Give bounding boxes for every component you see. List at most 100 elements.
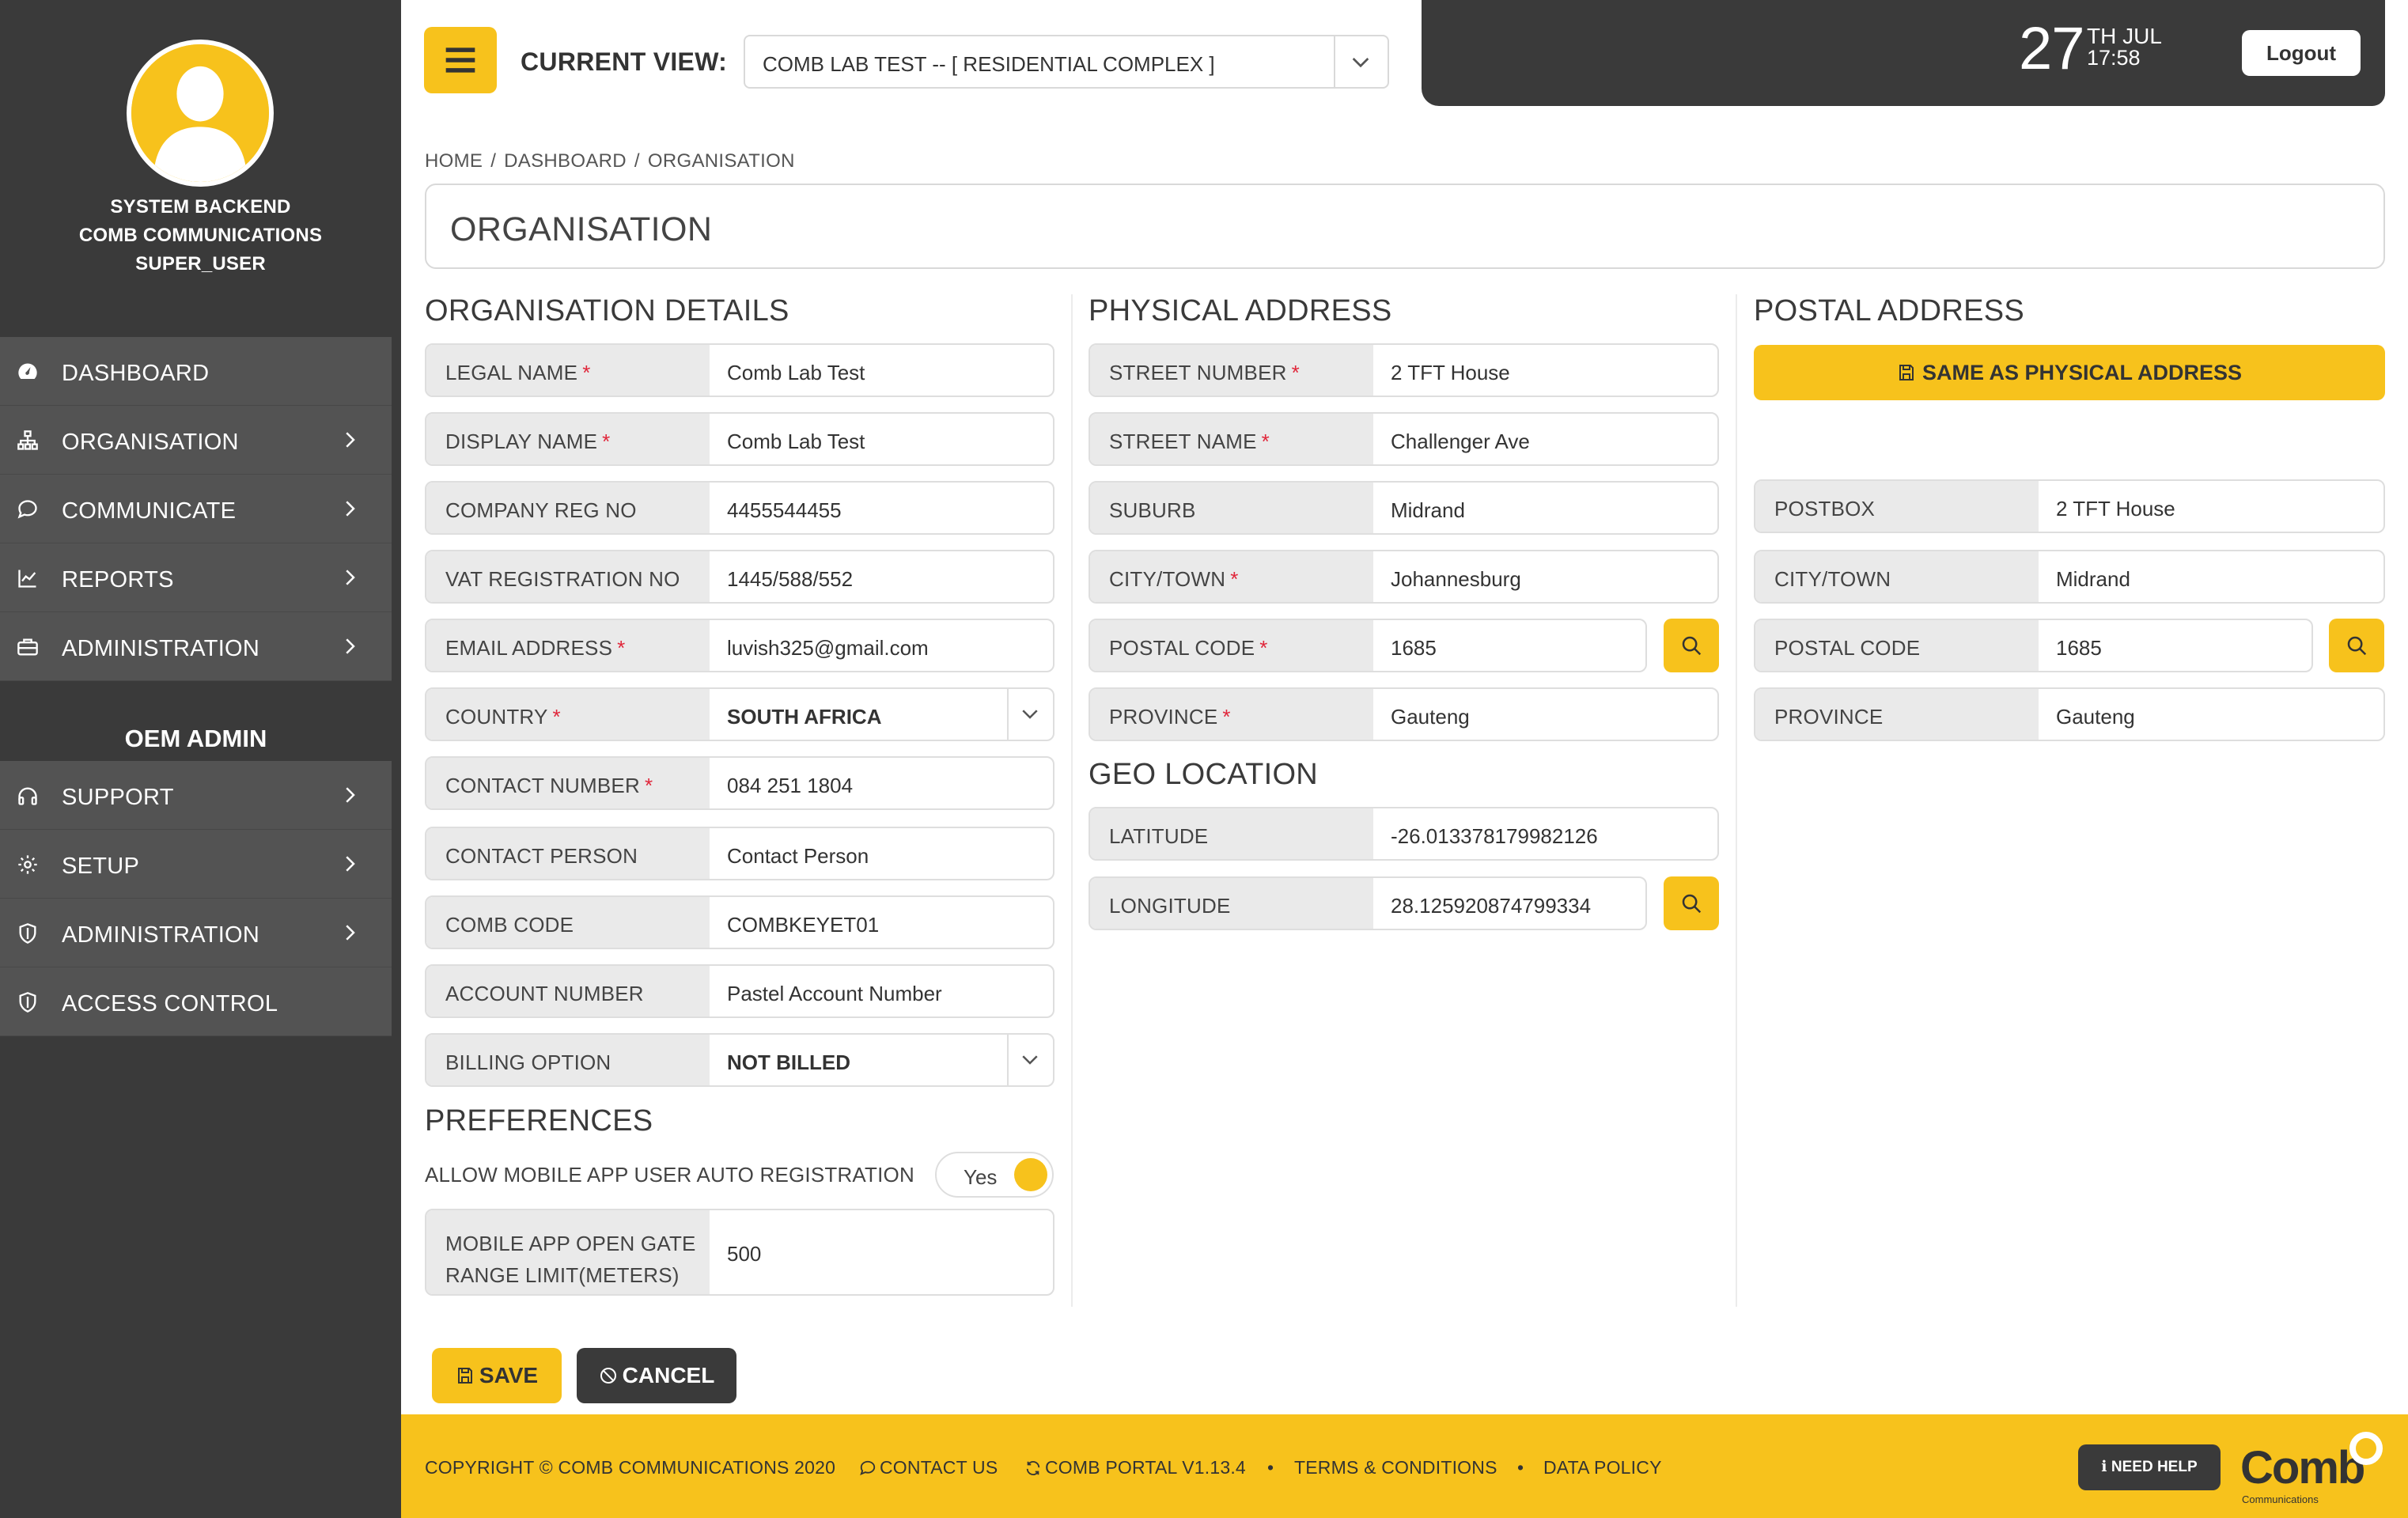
nav-item-reports[interactable]: REPORTS — [0, 543, 392, 612]
chat-icon — [860, 1460, 876, 1476]
date-day: 27 — [2019, 15, 2085, 82]
breadcrumb-dashboard[interactable]: DASHBOARD — [504, 150, 627, 172]
briefcase-icon — [16, 636, 40, 658]
field-label-box: STREET NUMBER * — [1090, 345, 1373, 396]
latitude-input[interactable]: -26.013378179982126 — [1391, 824, 1598, 849]
need-help-button[interactable]: ℹ NEED HELP — [2078, 1444, 2221, 1490]
nav-item-oem-administration[interactable]: ADMINISTRATION — [0, 899, 392, 967]
field-label: CONTACT NUMBER — [445, 774, 640, 797]
postbox-input[interactable]: 2 TFT House — [2056, 497, 2175, 521]
hamburger-icon — [445, 47, 475, 73]
breadcrumb: HOME / DASHBOARD / ORGANISATION — [425, 150, 795, 172]
geo-search-button[interactable] — [1664, 876, 1719, 930]
data-policy-link[interactable]: DATA POLICY — [1543, 1457, 1662, 1478]
field-label: CITY/TOWN — [1774, 567, 1891, 591]
street-number-input[interactable]: 2 TFT House — [1391, 361, 1510, 385]
nav-item-access-control[interactable]: ACCESS CONTROL — [0, 967, 392, 1036]
street-number-field: STREET NUMBER * 2 TFT House — [1089, 343, 1719, 397]
portal-version-label: COMB PORTAL V1.13.4 — [1045, 1457, 1246, 1478]
auto-registration-toggle[interactable]: Yes — [935, 1152, 1054, 1198]
field-label: STREET NUMBER — [1109, 361, 1287, 384]
gear-icon — [16, 854, 40, 876]
terms-link[interactable]: TERMS & CONDITIONS — [1294, 1457, 1497, 1478]
account-number-input[interactable]: Pastel Account Number — [727, 982, 942, 1006]
nav-label: ACCESS CONTROL — [62, 991, 278, 1016]
breadcrumb-separator: / — [634, 150, 640, 172]
longitude-input[interactable]: 28.125920874799334 — [1391, 894, 1591, 918]
postal-city-field: CITY/TOWN Midrand — [1754, 550, 2385, 604]
contact-number-input[interactable]: 084 251 1804 — [727, 774, 853, 798]
nav-item-dashboard[interactable]: DASHBOARD — [0, 337, 392, 406]
contact-us-link[interactable]: CONTACT US — [859, 1457, 998, 1478]
field-label-box: POSTAL CODE — [1755, 620, 2039, 671]
save-icon — [1899, 365, 1914, 380]
display-name-input[interactable]: Comb Lab Test — [727, 430, 865, 454]
email-input[interactable]: luvish325@gmail.com — [727, 636, 929, 661]
country-select[interactable]: SOUTH AFRICA — [727, 705, 881, 729]
save-button[interactable]: SAVE — [432, 1348, 562, 1403]
nav-item-setup[interactable]: SETUP — [0, 830, 392, 899]
suburb-input[interactable]: Midrand — [1391, 498, 1465, 523]
postal-postal-code-input[interactable]: 1685 — [2056, 636, 2102, 661]
field-label-box: VAT REGISTRATION NO — [426, 551, 710, 602]
nav-label: ORGANISATION — [62, 430, 239, 455]
vat-reg-input[interactable]: 1445/588/552 — [727, 567, 853, 592]
required-marker: * — [617, 636, 626, 660]
nav-label: DASHBOARD — [62, 361, 210, 386]
field-label: VAT REGISTRATION NO — [445, 567, 680, 591]
cancel-icon — [600, 1368, 616, 1384]
user-line-2: COMB COMMUNICATIONS — [78, 225, 323, 246]
field-label-box: CONTACT NUMBER * — [426, 758, 710, 808]
required-marker: * — [1259, 636, 1268, 660]
postal-search-button[interactable] — [2329, 619, 2384, 672]
nav-item-support[interactable]: SUPPORT — [0, 761, 392, 830]
field-label: LATITUDE — [1109, 824, 1209, 848]
suburb-field: SUBURB Midrand — [1089, 481, 1719, 535]
chevron-right-icon — [338, 566, 362, 589]
breadcrumb-home[interactable]: HOME — [425, 150, 483, 172]
physical-city-input[interactable]: Johannesburg — [1391, 567, 1521, 592]
postal-city-input[interactable]: Midrand — [2056, 567, 2130, 592]
physical-province-input[interactable]: Gauteng — [1391, 705, 1470, 729]
save-label: SAVE — [479, 1363, 539, 1387]
billing-option-select[interactable]: NOT BILLED — [727, 1050, 850, 1075]
current-view-select[interactable]: COMB LAB TEST -- [ RESIDENTIAL COMPLEX ] — [744, 35, 1389, 89]
nav-item-communicate[interactable]: COMMUNICATE — [0, 475, 392, 543]
chevron-down-icon[interactable] — [1018, 702, 1042, 725]
field-label-box: COMB CODE — [426, 897, 710, 948]
chevron-right-icon — [338, 852, 362, 876]
contact-person-input[interactable]: Contact Person — [727, 844, 869, 869]
street-name-input[interactable]: Challenger Ave — [1391, 430, 1530, 454]
field-label-box: LEGAL NAME * — [426, 345, 710, 396]
chevron-down-icon[interactable] — [1018, 1047, 1042, 1071]
nav-item-administration[interactable]: ADMINISTRATION — [0, 612, 392, 681]
field-label: POSTAL CODE — [1774, 636, 1921, 660]
field-label-box: MOBILE APP OPEN GATE RANGE LIMIT(METERS) — [426, 1210, 710, 1294]
postal-province-input[interactable]: Gauteng — [2056, 705, 2135, 729]
postbox-field: POSTBOX 2 TFT House — [1754, 479, 2385, 533]
postal-code-search-button[interactable] — [1664, 619, 1719, 672]
sidebar: SYSTEM BACKEND COMB COMMUNICATIONS SUPER… — [0, 0, 401, 1518]
nav-label: REPORTS — [62, 567, 174, 592]
org-chart-icon — [16, 430, 40, 452]
same-as-physical-button[interactable]: SAME AS PHYSICAL ADDRESS — [1754, 345, 2385, 400]
company-reg-input[interactable]: 4455544455 — [727, 498, 842, 523]
cancel-button[interactable]: CANCEL — [577, 1348, 736, 1403]
legal-name-field: LEGAL NAME * Comb Lab Test — [425, 343, 1054, 397]
field-label-box: EMAIL ADDRESS * — [426, 620, 710, 671]
nav-label: SUPPORT — [62, 785, 174, 810]
gate-range-input[interactable]: 500 — [727, 1242, 761, 1266]
toggle-knob — [1014, 1158, 1047, 1191]
logout-button[interactable]: Logout — [2242, 30, 2361, 76]
field-label-box: COMPANY REG NO — [426, 483, 710, 533]
search-icon — [1682, 894, 1702, 914]
required-marker: * — [1222, 705, 1231, 729]
field-label-box: LATITUDE — [1090, 808, 1373, 859]
legal-name-input[interactable]: Comb Lab Test — [727, 361, 865, 385]
cancel-label: CANCEL — [622, 1363, 715, 1387]
field-label: CONTACT PERSON — [445, 844, 638, 868]
nav-item-organisation[interactable]: ORGANISATION — [0, 406, 392, 475]
menu-toggle-button[interactable] — [424, 27, 497, 93]
physical-postal-code-input[interactable]: 1685 — [1391, 636, 1437, 661]
comb-code-input[interactable]: COMBKEYET01 — [727, 913, 879, 937]
